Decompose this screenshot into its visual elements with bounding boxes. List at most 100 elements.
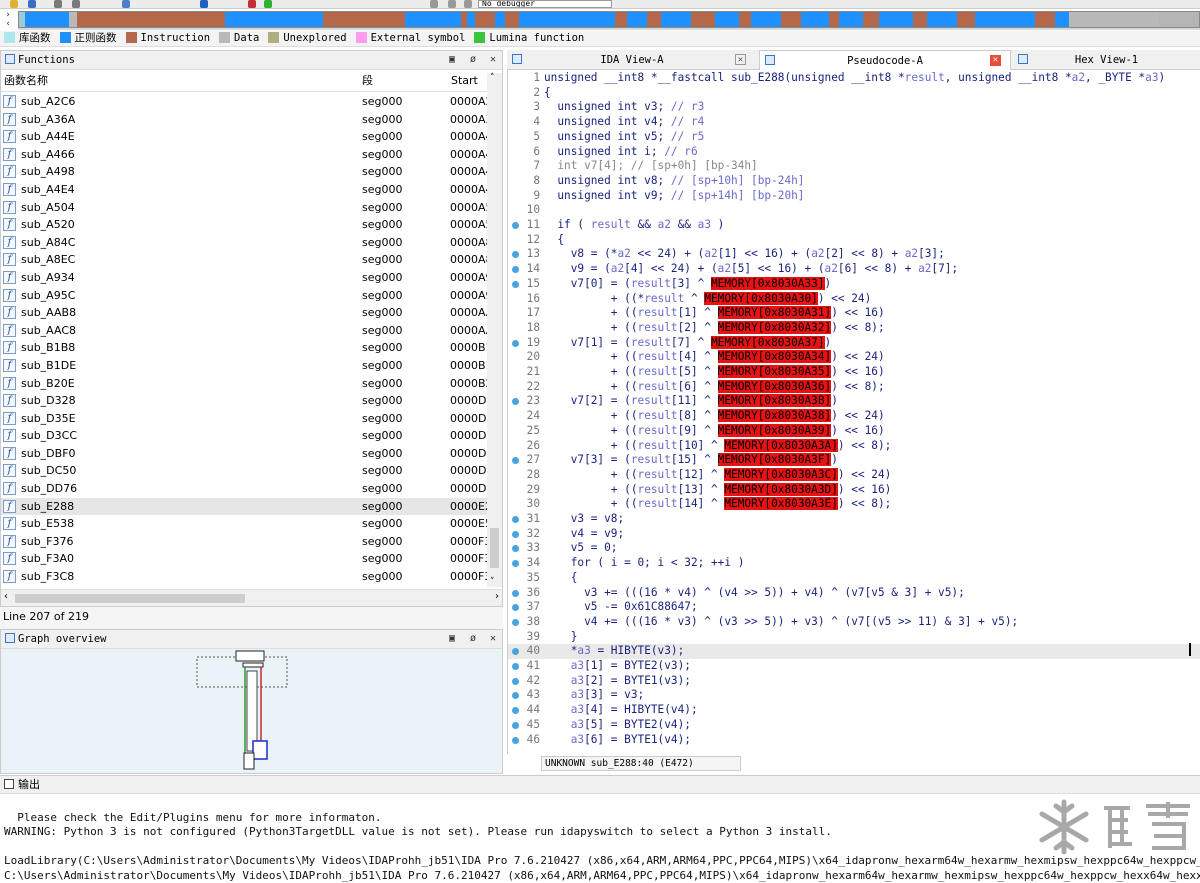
function-row[interactable]: f sub_DC50 seg000 0000DC xyxy=(1,462,487,480)
function-row[interactable]: f sub_A84C seg000 0000A8 xyxy=(1,234,487,252)
breakpoint-dot-icon[interactable] xyxy=(512,692,519,700)
breakpoint-dot-icon[interactable] xyxy=(512,222,519,229)
function-row[interactable]: f sub_A2C6 seg000 0000A2 xyxy=(1,93,487,111)
function-row[interactable]: f sub_AAB8 seg000 0000AA xyxy=(1,304,487,322)
function-row[interactable]: f sub_A504 seg000 0000A5 xyxy=(1,199,487,217)
code-line[interactable]: 22 + ((result[6] ^ MEMORY[0x8030A36]) <<… xyxy=(508,379,1200,395)
save-icon[interactable] xyxy=(28,0,36,8)
breakpoint-dot-icon[interactable] xyxy=(512,663,519,670)
code-line[interactable]: 33 v5 = 0; xyxy=(508,541,1200,556)
tab-hex-view-1[interactable]: Hex View-1 xyxy=(1013,50,1200,70)
code-line[interactable]: 11 if ( result && a2 && a3 ) xyxy=(508,218,1200,233)
code-line[interactable]: 14 v9 = (a2[4] << 24) + (a2[5] << 16) + … xyxy=(508,262,1200,277)
pseudocode-view[interactable]: 1 unsigned __int8 *__fastcall sub_E288(un… xyxy=(507,70,1200,754)
breakpoint-icon[interactable] xyxy=(248,0,256,8)
breakpoint-dot-icon[interactable] xyxy=(512,677,519,685)
column-start[interactable]: Start xyxy=(451,70,478,92)
toolbar-icon[interactable] xyxy=(122,0,130,8)
code-line[interactable]: 40 *a3 = HIBYTE(v3); xyxy=(508,644,1200,659)
function-row[interactable]: f sub_E538 seg000 0000E5 xyxy=(1,515,487,533)
code-line[interactable]: 43 a3[3] = v3; xyxy=(508,688,1200,703)
code-line[interactable]: 25 + ((result[9] ^ MEMORY[0x8030A39]) <<… xyxy=(508,423,1200,439)
scroll-right-icon[interactable]: › xyxy=(495,591,499,602)
scroll-thumb[interactable] xyxy=(15,594,245,603)
code-line[interactable]: 23 v7[2] = (result[11] ^ MEMORY[0x8030A3… xyxy=(508,394,1200,409)
tab-close-icon[interactable]: ✕ xyxy=(990,55,1001,66)
code-line[interactable]: 35 { xyxy=(508,571,1200,586)
function-row[interactable]: f sub_F376 seg000 0000F3 xyxy=(1,533,487,551)
code-line[interactable]: 31 v3 = v8; xyxy=(508,512,1200,527)
stop-icon[interactable] xyxy=(464,0,472,8)
code-line[interactable]: 27 v7[3] = (result[15] ^ MEMORY[0x8030A3… xyxy=(508,453,1200,468)
function-row[interactable]: f sub_AAC8 seg000 0000AA xyxy=(1,322,487,340)
nav-band-arrows[interactable]: › ‹ xyxy=(0,11,16,31)
breakpoint-dot-icon[interactable] xyxy=(512,721,519,729)
scroll-up-icon[interactable]: ˄ xyxy=(490,73,495,83)
forward-icon[interactable] xyxy=(72,0,80,8)
breakpoint-dot-icon[interactable] xyxy=(512,604,519,612)
close-icon[interactable]: ✕ xyxy=(490,51,496,69)
code-line[interactable]: 13 v8 = (*a2 << 24) + (a2[1] << 16) + (a… xyxy=(508,247,1200,262)
functions-horizontal-scrollbar[interactable]: ‹ › xyxy=(1,589,502,606)
code-line[interactable]: 37 v5 -= 0x61C88647; xyxy=(508,600,1200,615)
breakpoint-dot-icon[interactable] xyxy=(512,560,519,568)
code-line[interactable]: 42 a3[2] = BYTE1(v3); xyxy=(508,674,1200,689)
code-line[interactable]: 7 int v7[4]; // [sp+0h] [bp-34h] xyxy=(508,159,1200,174)
breakpoint-dot-icon[interactable] xyxy=(512,457,519,465)
function-row[interactable]: f sub_B1B8 seg000 0000B1 xyxy=(1,339,487,357)
code-line[interactable]: 24 + ((result[8] ^ MEMORY[0x8030A38]) <<… xyxy=(508,409,1200,424)
code-line[interactable]: 6 unsigned int i; // r6 xyxy=(508,145,1200,160)
breakpoint-dot-icon[interactable] xyxy=(512,266,519,274)
close-icon[interactable]: ✕ xyxy=(490,630,496,648)
function-row[interactable]: f sub_A520 seg000 0000A5 xyxy=(1,216,487,234)
code-line[interactable]: 41 a3[1] = BYTE2(v3); xyxy=(508,659,1200,674)
function-row[interactable]: f sub_A36A seg000 0000A3 xyxy=(1,111,487,129)
function-row[interactable]: f sub_DBF0 seg000 0000DB xyxy=(1,445,487,463)
function-row[interactable]: f sub_A44E seg000 0000A4 xyxy=(1,128,487,146)
function-row[interactable]: f sub_A498 seg000 0000A4 xyxy=(1,163,487,181)
function-row[interactable]: f sub_DD76 seg000 0000DD xyxy=(1,480,487,498)
code-line[interactable]: 44 a3[4] = HIBYTE(v4); xyxy=(508,703,1200,718)
code-line[interactable]: 20 + ((result[4] ^ MEMORY[0x8030A34]) <<… xyxy=(508,350,1200,365)
function-row[interactable]: f sub_E288 seg000 0000E2 xyxy=(1,497,487,516)
code-line[interactable]: 5 unsigned int v5; // r5 xyxy=(508,130,1200,145)
code-line[interactable]: 36 v3 += (((16 * v4) ^ (v4 >> 5)) + v4) … xyxy=(508,586,1200,601)
code-line[interactable]: 21 + ((result[5] ^ MEMORY[0x8030A35]) <<… xyxy=(508,365,1200,380)
tab-close-icon[interactable]: ✕ xyxy=(735,54,746,65)
scroll-down-icon[interactable]: ˅ xyxy=(490,577,495,587)
function-row[interactable]: f sub_D328 seg000 0000D3 xyxy=(1,392,487,410)
code-line[interactable]: 17 + ((result[1] ^ MEMORY[0x8030A31]) <<… xyxy=(508,306,1200,321)
breakpoint-dot-icon[interactable] xyxy=(512,707,519,715)
run-icon[interactable] xyxy=(264,0,272,8)
back-icon[interactable] xyxy=(54,0,62,8)
column-segment[interactable]: 段 xyxy=(362,70,373,92)
function-row[interactable]: f sub_F3A0 seg000 0000F3 xyxy=(1,550,487,568)
code-line[interactable]: 26 + ((result[10] ^ MEMORY[0x8030A3A]) <… xyxy=(508,438,1200,454)
breakpoint-dot-icon[interactable] xyxy=(512,516,519,523)
breakpoint-dot-icon[interactable] xyxy=(512,545,519,553)
function-row[interactable]: f sub_A8EC seg000 0000A8 xyxy=(1,251,487,269)
breakpoint-dot-icon[interactable] xyxy=(512,648,519,656)
code-line[interactable]: 34 for ( i = 0; i < 32; ++i ) xyxy=(508,556,1200,571)
pin-icon[interactable]: ø xyxy=(470,51,476,69)
breakpoint-dot-icon[interactable] xyxy=(512,280,519,288)
code-line[interactable]: 8 unsigned int v8; // [sp+10h] [bp-24h] xyxy=(508,174,1200,189)
code-line[interactable]: 39 } xyxy=(508,630,1200,645)
code-line[interactable]: 15 v7[0] = (result[3] ^ MEMORY[0x8030A33… xyxy=(508,276,1200,292)
breakpoint-dot-icon[interactable] xyxy=(512,398,519,406)
open-icon[interactable] xyxy=(10,0,18,8)
code-line[interactable]: 18 + ((result[2] ^ MEMORY[0x8030A32]) <<… xyxy=(508,320,1200,336)
code-line[interactable]: 1 unsigned __int8 *__fastcall sub_E288(un… xyxy=(508,71,1200,86)
function-row[interactable]: f sub_A95C seg000 0000A9 xyxy=(1,287,487,305)
function-row[interactable]: f sub_D3CC seg000 0000D3 xyxy=(1,427,487,445)
code-line[interactable]: 19 v7[1] = (result[7] ^ MEMORY[0x8030A37… xyxy=(508,335,1200,351)
navigation-band[interactable] xyxy=(18,11,1200,28)
breakpoint-dot-icon[interactable] xyxy=(512,589,519,597)
function-row[interactable]: f sub_D35E seg000 0000D3 xyxy=(1,410,487,428)
code-line[interactable]: 32 v4 = v9; xyxy=(508,527,1200,542)
function-row[interactable]: f sub_F3C8 seg000 0000F3 xyxy=(1,568,487,586)
function-row[interactable]: f sub_A466 seg000 0000A4 xyxy=(1,146,487,164)
tab-pseudocode-a[interactable]: Pseudocode-A ✕ xyxy=(759,50,1011,70)
debugger-select[interactable]: No debugger xyxy=(478,0,612,8)
code-line[interactable]: 46 a3[6] = BYTE1(v4); xyxy=(508,733,1200,748)
